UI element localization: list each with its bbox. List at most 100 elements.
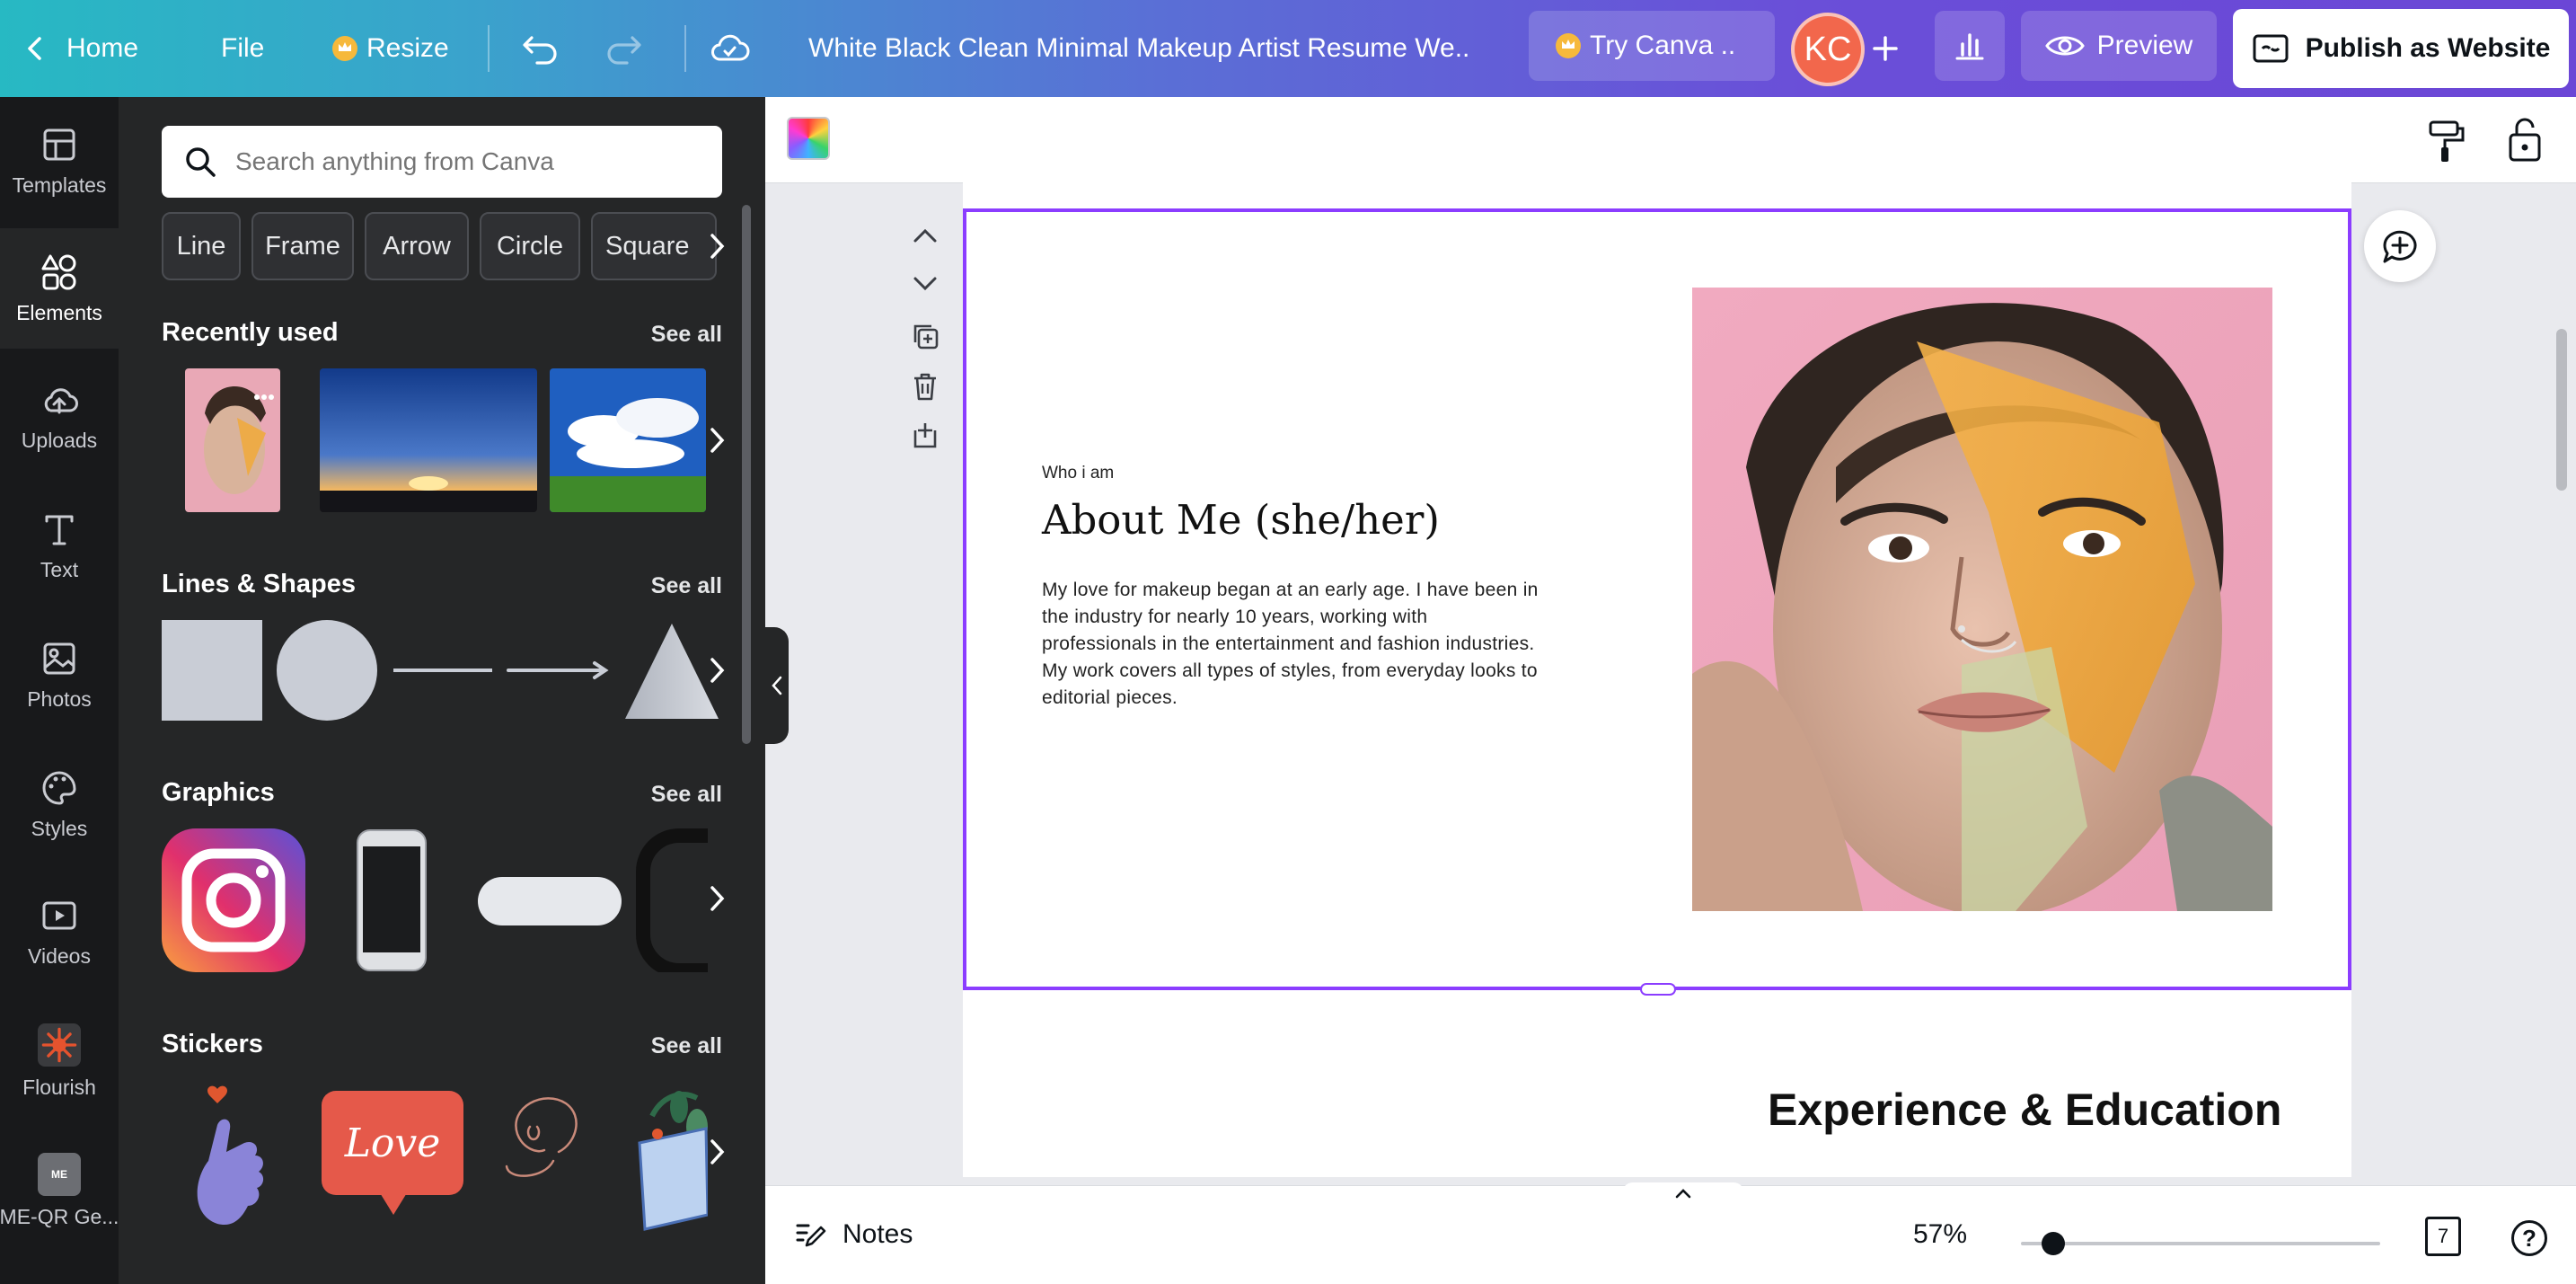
stickers-scroll-button[interactable]: [692, 1127, 742, 1177]
rail-item-uploads[interactable]: Uploads: [0, 356, 119, 476]
sunset-image: [320, 368, 537, 512]
rail-item-text[interactable]: Text: [0, 485, 119, 606]
circle-shape[interactable]: [277, 620, 377, 721]
chevron-left-icon: [28, 37, 41, 60]
canvas-scrollbar[interactable]: [2556, 329, 2567, 491]
add-comment-button[interactable]: [2364, 210, 2436, 282]
help-button[interactable]: ?: [2511, 1220, 2547, 1256]
rail-item-flourish[interactable]: Flourish: [0, 1001, 119, 1121]
about-title[interactable]: About Me (she/her): [1042, 496, 1440, 544]
see-all-graphics[interactable]: See all: [651, 782, 722, 808]
add-page-icon: [913, 423, 937, 448]
eye-icon: [2044, 36, 2085, 56]
instagram-icon[interactable]: [162, 828, 305, 972]
see-all-recently-used[interactable]: See all: [651, 322, 722, 348]
panel-scrollbar[interactable]: [742, 205, 751, 744]
rail-item-elements[interactable]: Elements: [0, 228, 119, 349]
see-all-stickers[interactable]: See all: [651, 1033, 722, 1059]
rail-label: Text: [40, 557, 79, 581]
zoom-level[interactable]: 57%: [1913, 1208, 1967, 1262]
recent-scroll-button[interactable]: [692, 415, 742, 465]
uploads-icon: [44, 387, 78, 413]
recent-thumb-sunset[interactable]: [320, 368, 537, 512]
duplicate-section-button[interactable]: [907, 318, 943, 354]
chip-frame[interactable]: Frame: [251, 212, 354, 280]
website-icon: [2253, 34, 2289, 63]
document-title[interactable]: White Black Clean Minimal Makeup Artist …: [808, 0, 1469, 97]
pill-button-graphic[interactable]: [478, 877, 622, 925]
about-body-text[interactable]: My love for makeup began at an early age…: [1042, 577, 1545, 712]
arrow-shape[interactable]: [507, 658, 611, 683]
experience-education-heading[interactable]: Experience & Education: [1768, 1084, 2281, 1136]
chevron-right-icon: [710, 1139, 725, 1164]
notes-button[interactable]: Notes: [794, 1208, 913, 1262]
insights-button[interactable]: [1935, 11, 2005, 81]
file-menu-button[interactable]: File: [221, 0, 264, 97]
chevron-up-icon: [1675, 1189, 1691, 1199]
finger-heart-sticker[interactable]: [181, 1080, 289, 1233]
rail-label: Templates: [12, 173, 107, 197]
cloud-check-icon: [711, 34, 750, 61]
chevron-up-icon: [913, 228, 937, 243]
try-canva-pro-button[interactable]: Try Canva ..: [1529, 11, 1775, 81]
templates-icon: [43, 128, 75, 160]
line-art-face-sticker[interactable]: [490, 1080, 598, 1188]
collapse-panel-button[interactable]: [765, 627, 789, 744]
chip-line[interactable]: Line: [162, 212, 241, 280]
videos-icon: [42, 901, 76, 929]
graphics-scroll-button[interactable]: [692, 873, 742, 924]
color-picker-swatch[interactable]: [787, 117, 830, 160]
redo-button[interactable]: [604, 0, 643, 97]
me-qr-app-icon: ME: [38, 1152, 81, 1196]
lock-icon[interactable]: [2506, 115, 2544, 164]
undo-button[interactable]: [521, 0, 560, 97]
show-pages-button[interactable]: [1622, 1182, 1744, 1204]
phone-mockup-graphic[interactable]: [356, 828, 428, 972]
elements-icon: [41, 254, 76, 289]
rail-item-photos[interactable]: Photos: [0, 615, 119, 735]
bar-chart-icon: [1955, 33, 1984, 60]
resize-button[interactable]: Resize: [332, 0, 449, 97]
page-count-button[interactable]: 7: [2425, 1217, 2461, 1256]
recent-thumb-portrait[interactable]: [185, 368, 280, 512]
rail-item-me-qr[interactable]: ME ME-QR Ge...: [0, 1130, 119, 1251]
recent-thumb-clouds[interactable]: [550, 368, 706, 512]
paint-roller-icon[interactable]: [2425, 119, 2466, 164]
rail-item-styles[interactable]: Styles: [0, 744, 119, 864]
preview-label: Preview: [2096, 31, 2193, 60]
chip-circle[interactable]: Circle: [480, 212, 580, 280]
search-input[interactable]: [235, 147, 702, 176]
zoom-slider-thumb[interactable]: [2042, 1232, 2065, 1255]
rail-item-templates[interactable]: Templates: [0, 101, 119, 221]
delete-section-button[interactable]: [907, 368, 943, 404]
chips-scroll-button[interactable]: [692, 221, 742, 271]
square-shape[interactable]: [162, 620, 262, 721]
home-button[interactable]: Home: [25, 0, 138, 97]
speech-tail: [379, 1191, 408, 1215]
redo-icon: [607, 36, 641, 65]
resize-handle[interactable]: [1640, 983, 1676, 996]
portrait-photo[interactable]: [1692, 288, 2272, 911]
rail-item-videos[interactable]: Videos: [0, 872, 119, 992]
zoom-slider-track[interactable]: [2021, 1242, 2380, 1245]
love-sticker[interactable]: Love: [322, 1091, 463, 1215]
search-box[interactable]: [162, 126, 722, 198]
move-down-button[interactable]: [907, 266, 943, 302]
add-section-button[interactable]: [907, 417, 943, 453]
plus-icon: [1873, 36, 1898, 61]
makeup-portrait-image: [1692, 288, 2272, 911]
line-shape[interactable]: [393, 669, 492, 672]
publish-website-button[interactable]: Publish as Website: [2233, 9, 2569, 88]
search-icon: [186, 147, 216, 177]
shapes-scroll-button[interactable]: [692, 645, 742, 695]
avatar[interactable]: KC: [1791, 13, 1865, 86]
cloud-save-status[interactable]: [708, 0, 751, 97]
move-up-button[interactable]: [907, 217, 943, 253]
preview-button[interactable]: Preview: [2021, 11, 2217, 81]
rail-label: Uploads: [21, 428, 98, 452]
publish-label: Publish as Website: [2305, 33, 2551, 63]
see-all-lines-shapes[interactable]: See all: [651, 573, 722, 599]
section-eyebrow[interactable]: Who i am: [1042, 464, 1114, 483]
add-collaborator-button[interactable]: [1870, 0, 1901, 97]
chip-arrow[interactable]: Arrow: [365, 212, 469, 280]
